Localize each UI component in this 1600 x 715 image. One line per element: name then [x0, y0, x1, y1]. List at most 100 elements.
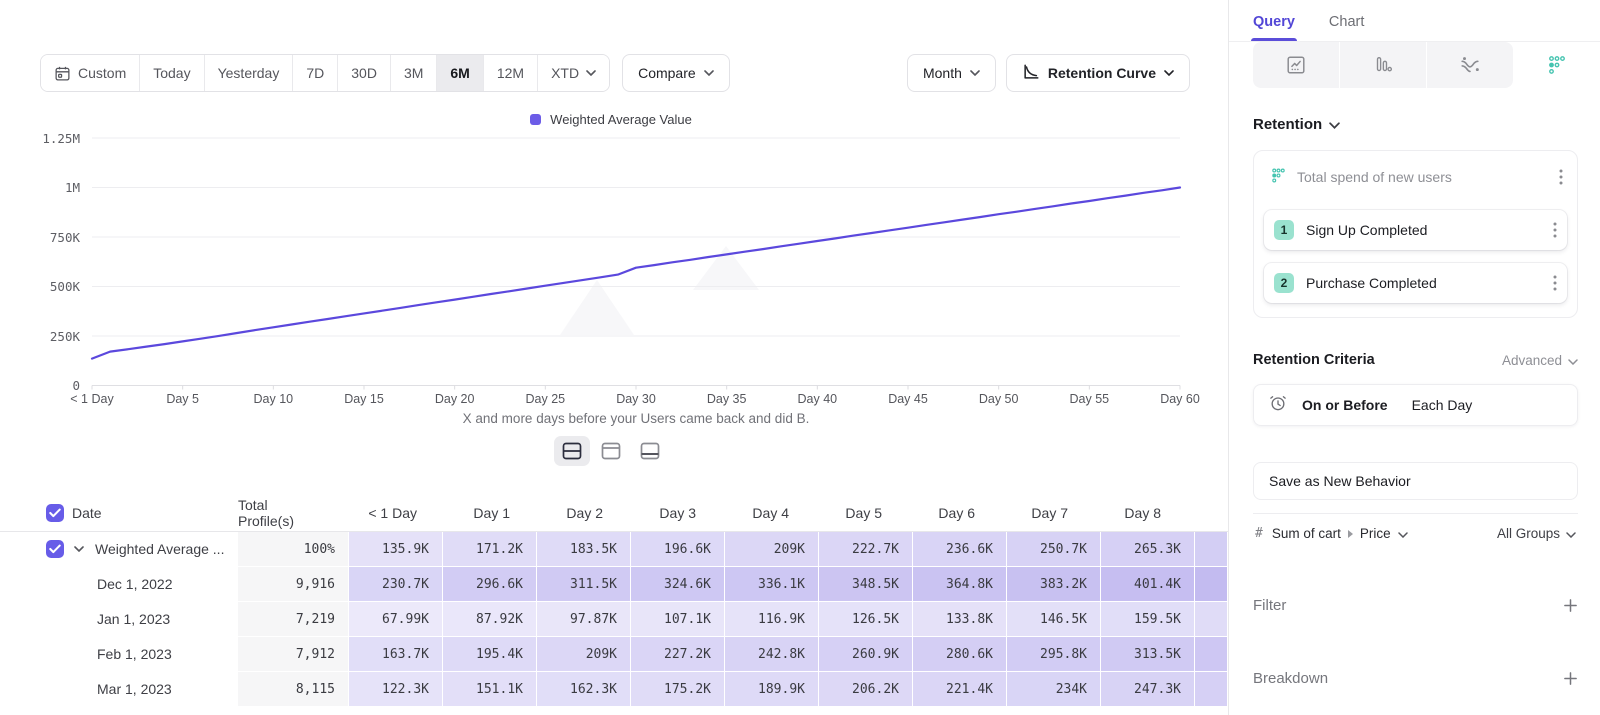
- chart-type-selector: [1253, 42, 1600, 88]
- chevron-down-icon: [970, 70, 980, 76]
- row-label-cell[interactable]: Dec 1, 2022: [0, 567, 238, 601]
- x-axis-tick-label: Day 20: [435, 392, 475, 406]
- row-label: Mar 1, 2023: [97, 681, 172, 697]
- row-label-cell[interactable]: Weighted Average ...: [0, 532, 238, 566]
- save-as-new-behavior-button[interactable]: Save as New Behavior: [1253, 462, 1578, 500]
- range-12m[interactable]: 12M: [484, 55, 538, 91]
- column-header-label: Day 5: [813, 505, 906, 521]
- retention-value-cell-clipped: [1195, 672, 1227, 706]
- retention-criteria-title: Retention Criteria: [1253, 352, 1375, 368]
- row-checkbox[interactable]: [46, 540, 64, 558]
- layout-table-only-button[interactable]: [632, 436, 668, 466]
- range-custom[interactable]: Custom: [41, 55, 140, 91]
- event-row-1[interactable]: 1 Sign Up Completed: [1264, 210, 1567, 250]
- event-row-2[interactable]: 2 Purchase Completed: [1264, 263, 1567, 303]
- retention-value-cell: 348.5K: [819, 567, 912, 601]
- chart-type-bar-icon[interactable]: [1340, 42, 1426, 88]
- chevron-down-icon: [1329, 116, 1340, 133]
- retention-value-cell: 116.9K: [725, 602, 818, 636]
- layout-split-button[interactable]: [554, 436, 590, 466]
- chart-type-label: Retention Curve: [1048, 65, 1156, 81]
- event-menu-button[interactable]: [1553, 275, 1557, 291]
- table-row: Dec 1, 20229,916230.7K296.6K311.5K324.6K…: [0, 567, 1232, 601]
- column-header-label: Day 3: [627, 505, 720, 521]
- retention-value-cell: 122.3K: [349, 672, 442, 706]
- layout-chart-only-button[interactable]: [593, 436, 629, 466]
- chart-type-insights-icon[interactable]: [1253, 42, 1339, 88]
- x-axis-tick-label: Day 55: [1070, 392, 1110, 406]
- row-label-cell[interactable]: Feb 1, 2023: [0, 637, 238, 671]
- behavior-header[interactable]: Total spend of new users: [1264, 161, 1567, 197]
- add-filter-button[interactable]: [1563, 598, 1578, 613]
- table-row: Jan 1, 20237,21967.99K87.92K97.87K107.1K…: [0, 602, 1232, 636]
- retention-value-cell: 146.5K: [1007, 602, 1100, 636]
- retention-value-cell: 126.5K: [819, 602, 912, 636]
- calendar-icon: [54, 65, 71, 82]
- chevron-down-icon: [1568, 353, 1578, 368]
- chart-type-button[interactable]: Retention Curve: [1006, 54, 1190, 92]
- range-label: 12M: [497, 65, 524, 81]
- x-axis-tick-label: Day 40: [798, 392, 838, 406]
- range-xtd[interactable]: XTD: [538, 55, 609, 91]
- retention-value-cell: 234K: [1007, 672, 1100, 706]
- chevron-down-icon: [1398, 526, 1408, 541]
- query-builder: Retention Total spend of new users 1 Sig…: [1229, 116, 1600, 690]
- retention-value-cell: 296.6K: [443, 567, 536, 601]
- filter-label: Filter: [1253, 597, 1286, 614]
- row-label: Feb 1, 2023: [97, 646, 172, 662]
- metric-event-label: Sum of cart: [1272, 526, 1341, 541]
- retention-value-cell: 222.7K: [819, 532, 912, 566]
- total-profiles-cell: 100%: [238, 532, 348, 566]
- chart-type-retention-icon[interactable]: [1514, 42, 1600, 88]
- range-30d[interactable]: 30D: [338, 55, 391, 91]
- y-axis-tick-label: 500K: [0, 279, 80, 294]
- table-header-row: DateTotal Profile(s)< 1 DayDay 1Day 2Day…: [0, 494, 1232, 532]
- row-label: Dec 1, 2022: [97, 576, 173, 592]
- row-label-cell[interactable]: Jan 1, 2023: [0, 602, 238, 636]
- select-all-checkbox[interactable]: [46, 504, 64, 522]
- report-toolbar: CustomTodayYesterday7D 30D 3M6M 12M XTD Comp…: [40, 54, 1190, 92]
- groups-label: All Groups: [1497, 526, 1560, 541]
- groups-dropdown[interactable]: All Groups: [1497, 526, 1576, 541]
- granularity-label: Month: [923, 65, 962, 81]
- retention-report-page: CustomTodayYesterday7D 30D 3M6M 12M XTD Comp…: [0, 0, 1600, 715]
- x-axis-title: X and more days before your Users came b…: [92, 411, 1180, 426]
- retention-value-cell: 230.7K: [349, 567, 442, 601]
- add-breakdown-button[interactable]: [1563, 671, 1578, 686]
- x-axis-tick-label: Day 50: [979, 392, 1019, 406]
- y-axis-tick-label: 1.25M: [0, 131, 80, 146]
- retention-value-cell: 175.2K: [631, 672, 724, 706]
- metric-property-dropdown[interactable]: Sum of cart Price: [1272, 526, 1408, 541]
- retention-table: DateTotal Profile(s)< 1 DayDay 1Day 2Day…: [0, 494, 1232, 715]
- range-label: 30D: [351, 65, 377, 81]
- advanced-label: Advanced: [1502, 353, 1562, 368]
- behavior-menu-button[interactable]: [1559, 169, 1563, 185]
- granularity-button[interactable]: Month: [907, 54, 996, 92]
- query-type-dropdown[interactable]: Retention: [1253, 116, 1578, 133]
- alarm-clock-icon: [1268, 393, 1288, 418]
- x-axis-tick-label: Day 35: [707, 392, 747, 406]
- expand-chevron-icon[interactable]: [74, 546, 84, 552]
- tab-query[interactable]: Query: [1253, 13, 1295, 41]
- retention-value-cell-clipped: [1195, 567, 1227, 601]
- retention-value-cell-clipped: [1195, 532, 1227, 566]
- advanced-dropdown[interactable]: Advanced: [1502, 353, 1578, 368]
- event-menu-button[interactable]: [1553, 222, 1557, 238]
- chart-type-flow-icon[interactable]: [1427, 42, 1513, 88]
- retention-value-cell: 250.7K: [1007, 532, 1100, 566]
- range-7d[interactable]: 7D: [293, 55, 338, 91]
- row-label-cell[interactable]: Mar 1, 2023: [0, 672, 238, 706]
- total-profiles-cell: 7,912: [238, 637, 348, 671]
- range-yesterday[interactable]: Yesterday: [205, 55, 294, 91]
- range-3m[interactable]: 3M: [391, 55, 437, 91]
- range-6m[interactable]: 6M: [437, 55, 483, 91]
- x-axis-tick-label: Day 25: [526, 392, 566, 406]
- chevron-down-icon: [1566, 526, 1576, 541]
- compare-button[interactable]: Compare: [622, 54, 730, 92]
- criteria-condition-card[interactable]: On or Before Each Day: [1253, 384, 1578, 426]
- retention-value-cell: 311.5K: [537, 567, 630, 601]
- chevron-down-icon: [586, 70, 596, 76]
- tab-chart[interactable]: Chart: [1329, 13, 1364, 41]
- range-today[interactable]: Today: [140, 55, 204, 91]
- chart-legend[interactable]: Weighted Average Value: [0, 112, 1222, 127]
